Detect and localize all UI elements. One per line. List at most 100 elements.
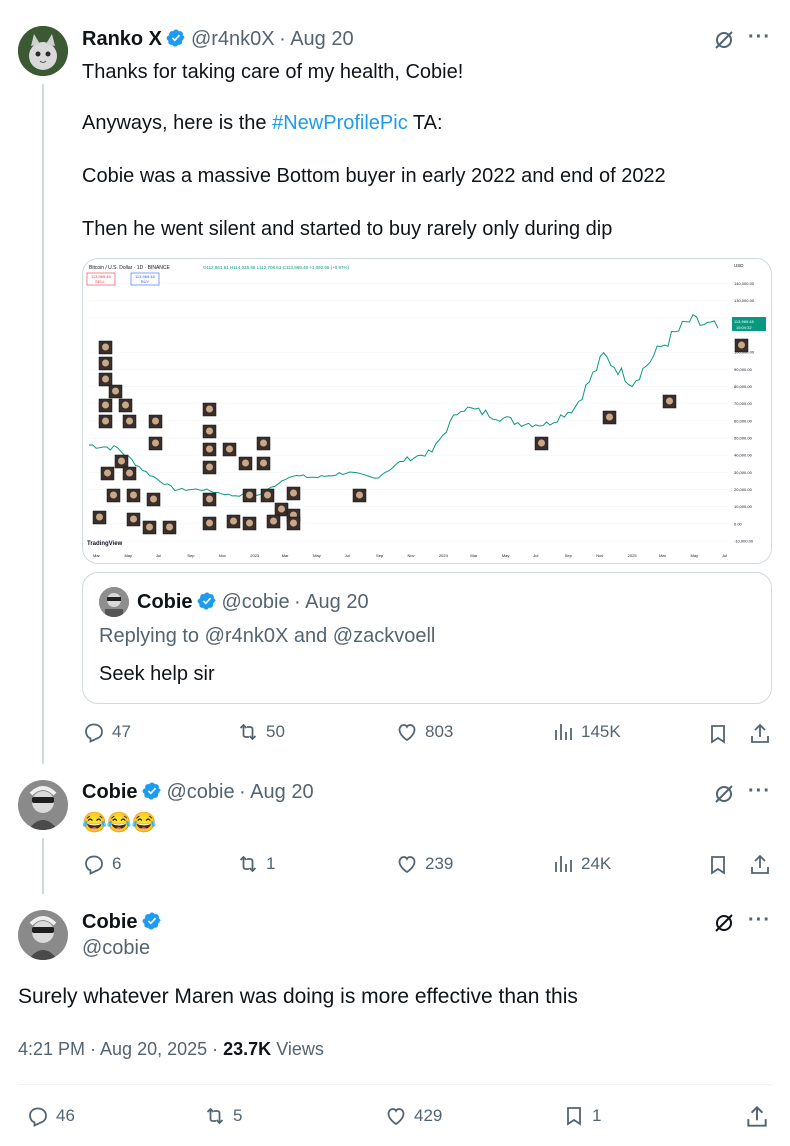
- y-tick-label: 60,000.00: [734, 418, 753, 423]
- y-tick-label: 80,000.00: [734, 384, 753, 389]
- profile-pic-face: [102, 343, 109, 351]
- repost-icon: [239, 855, 257, 873]
- grok-icon[interactable]: [712, 28, 736, 52]
- author-handle[interactable]: @r4nk0X: [191, 28, 275, 50]
- heart-icon: [398, 856, 416, 874]
- tweet-date[interactable]: Aug 20: [290, 28, 353, 50]
- sell-label: SELL: [95, 279, 106, 284]
- views-icon: [555, 724, 572, 740]
- author-name[interactable]: Ranko X: [82, 28, 162, 50]
- heart-icon: [398, 724, 416, 742]
- quote-handle: @cobie: [221, 591, 290, 613]
- views-label: Views: [271, 1039, 324, 1059]
- profile-pic-face: [104, 469, 111, 477]
- grok-icon[interactable]: [712, 782, 736, 806]
- views-button[interactable]: 145K: [551, 720, 621, 744]
- profile-pic-face: [118, 457, 125, 465]
- x-tick-label: Mar: [282, 553, 290, 558]
- currency-label: USD: [734, 263, 744, 268]
- buy-label: BUY: [141, 279, 150, 284]
- x-tick-label: 2025: [628, 553, 638, 558]
- profile-pic-face: [122, 401, 129, 409]
- profile-pic-face: [206, 463, 213, 471]
- more-options-icon[interactable]: ···: [748, 780, 771, 803]
- tweet-date[interactable]: Aug 20: [250, 781, 313, 803]
- main-cobie-avatar[interactable]: [18, 910, 68, 960]
- quoted-tweet[interactable]: Cobie @cobie · Aug 20 Replying to @r4nk0…: [82, 572, 772, 704]
- x-tick-label: Sep: [376, 553, 384, 558]
- profile-pic-face: [152, 417, 159, 425]
- profile-pic-face: [206, 405, 213, 413]
- bookmark-button[interactable]: 1: [562, 1104, 601, 1128]
- view-count: 23.7K: [223, 1039, 272, 1059]
- like-count: 803: [425, 722, 454, 741]
- x-tick-label: Sep: [187, 553, 195, 558]
- share-icon[interactable]: [744, 1104, 770, 1130]
- quote-text: Seek help sir: [99, 663, 215, 685]
- like-button[interactable]: 239: [395, 852, 453, 876]
- profile-pic-face: [246, 491, 253, 499]
- more-options-icon[interactable]: ···: [748, 909, 771, 932]
- tweet1-line3: Cobie was a massive Bottom buyer in earl…: [82, 165, 666, 187]
- x-tick-label: 2024: [439, 553, 449, 558]
- y-tick-label: 90,000.00: [734, 367, 753, 372]
- repost-button[interactable]: 50: [236, 720, 285, 744]
- grok-icon[interactable]: [712, 911, 736, 935]
- x-tick-label: Nov: [408, 553, 415, 558]
- profile-pic-face: [206, 445, 213, 453]
- profile-pic-face: [278, 505, 285, 513]
- profile-pic-face: [356, 491, 363, 499]
- repost-button[interactable]: 1: [236, 852, 275, 876]
- tweet2-header: Cobie @cobie · Aug 20: [82, 781, 314, 804]
- profile-pic-face: [270, 517, 277, 525]
- reply-button[interactable]: 46: [26, 1104, 75, 1128]
- cobie-avatar[interactable]: [18, 780, 68, 830]
- profile-pic-face: [206, 519, 213, 527]
- quote-name: Cobie: [137, 591, 193, 613]
- repost-button[interactable]: 5: [203, 1104, 242, 1128]
- like-button[interactable]: 429: [384, 1104, 442, 1128]
- reply-icon: [85, 855, 103, 875]
- share-icon[interactable]: [748, 722, 772, 746]
- heart-icon: [387, 1108, 405, 1126]
- reply-icon: [85, 723, 103, 743]
- separator-dot: ·: [294, 591, 301, 613]
- views-button[interactable]: 24K: [551, 852, 611, 876]
- timestamp[interactable]: 4:21 PM · Aug 20, 2025 ·: [18, 1039, 223, 1059]
- reply-button[interactable]: 6: [82, 852, 121, 876]
- hashtag-link[interactable]: #NewProfilePic: [272, 112, 408, 134]
- author-handle[interactable]: @cobie: [166, 781, 234, 803]
- share-icon[interactable]: [748, 853, 772, 877]
- profile-pic-face: [96, 513, 103, 521]
- y-tick-label: 0.00: [734, 521, 743, 526]
- x-tick-label: Nov: [219, 553, 226, 558]
- bookmark-icon[interactable]: [706, 853, 730, 877]
- like-button[interactable]: 803: [395, 720, 453, 744]
- ranko-avatar[interactable]: [18, 26, 68, 76]
- profile-pic-face: [260, 459, 267, 467]
- author-name[interactable]: Cobie: [82, 781, 138, 803]
- reply-button[interactable]: 47: [82, 720, 131, 744]
- tweet1-line2: Anyways, here is the #NewProfilePic TA:: [82, 110, 443, 136]
- x-tick-label: May: [502, 553, 510, 558]
- thread-line-2: [42, 838, 44, 894]
- chart-image[interactable]: Bitcoin / U.S. Dollar · 1D · BINANCE O11…: [82, 258, 772, 564]
- profile-pic-face: [110, 491, 117, 499]
- verified-badge-icon: [167, 29, 186, 47]
- author-name[interactable]: Cobie: [82, 911, 138, 933]
- y-tick-label: 30,000.00: [734, 470, 753, 475]
- repost-icon: [206, 1107, 224, 1125]
- y-tick-label: 50,000.00: [734, 436, 753, 441]
- main-handle[interactable]: @cobie: [82, 937, 150, 960]
- profile-pic-face: [126, 469, 133, 477]
- y-tick-label: 70,000.00: [734, 401, 753, 406]
- more-options-icon[interactable]: ···: [748, 26, 771, 49]
- y-tick-label: 10,000.00: [734, 504, 753, 509]
- bookmark-icon[interactable]: [706, 722, 730, 746]
- verified-badge-icon: [142, 912, 161, 930]
- profile-pic-face: [166, 523, 173, 531]
- profile-pic-face: [606, 413, 613, 421]
- x-tick-label: Mar: [659, 553, 667, 558]
- thread-line: [42, 84, 44, 764]
- separator-dot: ·: [239, 781, 246, 803]
